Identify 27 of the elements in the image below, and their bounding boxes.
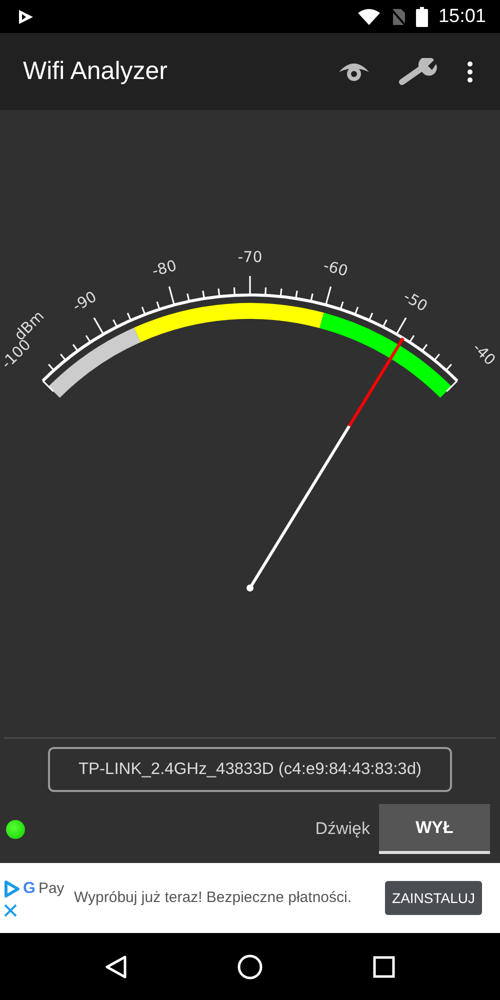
more-menu-icon[interactable]	[466, 60, 474, 82]
brand-pay: Pay	[38, 880, 64, 897]
battery-icon	[416, 6, 428, 26]
scale-label: -40	[469, 338, 500, 369]
install-button[interactable]: ZAINSTALUJ	[385, 881, 482, 915]
back-icon[interactable]	[105, 954, 127, 978]
scale-label: -50	[400, 287, 431, 316]
wrench-icon[interactable]	[398, 58, 438, 86]
scale-label: -90	[69, 287, 100, 316]
scale-label: -60	[322, 256, 350, 280]
close-icon[interactable]	[4, 904, 17, 916]
scale-label: -70	[238, 248, 262, 266]
sound-label: Dźwięk	[315, 819, 370, 839]
wifi-icon	[358, 8, 380, 24]
clock: 15:01	[438, 6, 486, 28]
sound-toggle[interactable]: WYŁ	[379, 804, 490, 854]
play-icon	[4, 880, 20, 898]
brand-g: G	[23, 880, 36, 898]
ad-text: Wypróbuj już teraz! Bezpieczne płatności.	[74, 888, 352, 908]
scale-label: -80	[150, 256, 178, 280]
eye-icon[interactable]	[338, 60, 370, 82]
home-icon[interactable]	[237, 954, 263, 980]
recents-icon[interactable]	[373, 956, 395, 978]
notification-icon	[17, 8, 35, 24]
app-title: Wifi Analyzer	[23, 57, 168, 86]
network-label: TP-LINK_2.4GHz_43833D (c4:e9:84:43:83:3d)	[48, 747, 452, 792]
no-sim-icon	[390, 8, 406, 26]
